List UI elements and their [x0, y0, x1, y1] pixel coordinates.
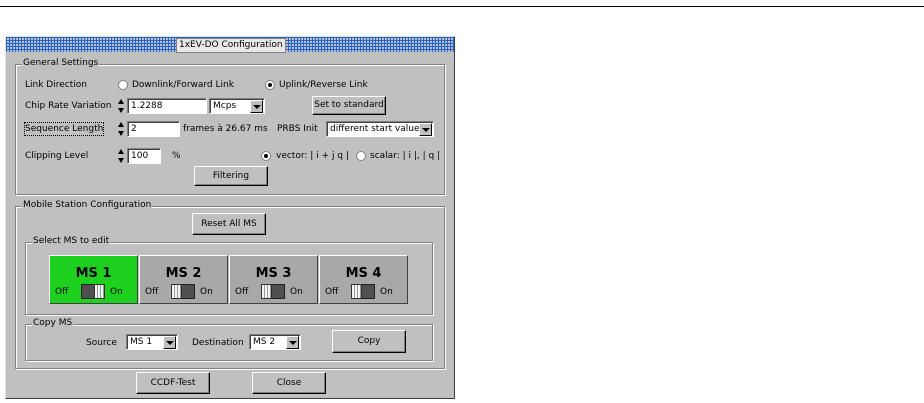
window-title: 1xEV-DO Configuration: [176, 38, 286, 53]
ccdf-test-label: CCDF-Test: [150, 378, 196, 388]
set-to-standard-button[interactable]: Set to standard: [312, 96, 386, 115]
ms-toggle-off-label: Off: [145, 287, 159, 297]
ms-tile-2[interactable]: MS 2 Off On: [139, 255, 228, 304]
clipping-level-label: Clipping Level: [25, 151, 89, 161]
ccdf-test-button[interactable]: CCDF-Test: [136, 372, 210, 394]
copy-button[interactable]: Copy: [332, 330, 406, 353]
vector-radio[interactable]: [261, 151, 271, 161]
mobile-station-label: Mobile Station Configuration: [22, 200, 153, 210]
ms-toggle-off-label: Off: [55, 287, 69, 297]
chevron-down-icon[interactable]: [286, 336, 299, 349]
toggle-knob[interactable]: [261, 284, 272, 299]
prbs-init-value: different start values: [330, 124, 425, 134]
copy-ms-group: Copy MS Source MS 1 Destination MS 2 Cop…: [25, 318, 433, 361]
ms-tile-title: MS 3: [255, 266, 292, 281]
chip-rate-unit-select[interactable]: Mcps: [209, 98, 265, 114]
ms-toggle-on-label: On: [380, 287, 393, 297]
general-settings-label: General Settings: [22, 58, 100, 68]
ms-tiles-row: MS 1 Off On MS 2 Off On MS 3 Off On MS 4 Off On: [49, 255, 409, 304]
ms-toggle-on-label: On: [200, 287, 213, 297]
ms-tile-title: MS 2: [165, 266, 202, 281]
prbs-init-label: PRBS Init: [277, 124, 318, 134]
clipping-level-spinner[interactable]: [117, 148, 126, 164]
top-divider-line: [0, 6, 924, 7]
ms-toggle-off-label: Off: [235, 287, 249, 297]
mobile-station-group: Mobile Station Configuration Reset All M…: [15, 200, 445, 369]
config-dialog: 1xEV-DO Configuration General Settings L…: [5, 36, 455, 399]
sequence-length-unit: frames à 26.67 ms: [183, 124, 268, 134]
chip-rate-label: Chip Rate Variation: [25, 101, 112, 111]
ms-power-toggle[interactable]: [171, 284, 195, 299]
uplink-radio[interactable]: [265, 80, 275, 90]
reset-all-ms-button[interactable]: Reset All MS: [192, 213, 266, 235]
select-ms-group: Select MS to edit MS 1 Off On MS 2 Off On MS 3…: [25, 236, 433, 315]
chip-rate-unit-value: Mcps: [213, 101, 237, 111]
scalar-radio[interactable]: [356, 151, 366, 161]
chip-rate-spinner[interactable]: [117, 98, 126, 114]
toggle-knob[interactable]: [351, 284, 362, 299]
uplink-radio-label[interactable]: Uplink/Reverse Link: [279, 79, 368, 91]
copy-source-select[interactable]: MS 1: [126, 334, 178, 350]
downlink-radio-label[interactable]: Downlink/Forward Link: [132, 79, 234, 91]
clipping-level-unit: %: [172, 151, 181, 161]
ms-tile-3[interactable]: MS 3 Off On: [229, 255, 318, 304]
close-label: Close: [276, 378, 302, 388]
title-bar[interactable]: 1xEV-DO Configuration: [6, 37, 454, 53]
sequence-length-input[interactable]: 2: [127, 121, 180, 137]
select-ms-label: Select MS to edit: [32, 236, 111, 246]
copy-source-label: Source: [86, 338, 117, 348]
ms-toggle-on-label: On: [290, 287, 303, 297]
downlink-radio[interactable]: [118, 80, 128, 90]
ms-tile-1[interactable]: MS 1 Off On: [49, 255, 138, 304]
toggle-knob[interactable]: [171, 284, 182, 299]
copy-ms-label: Copy MS: [32, 318, 74, 328]
toggle-knob[interactable]: [94, 284, 105, 299]
general-settings-group: General Settings Link Direction Downlink…: [15, 58, 445, 195]
sequence-length-spinner[interactable]: [117, 121, 126, 137]
copy-destination-value: MS 2: [253, 337, 276, 347]
chevron-down-icon[interactable]: [163, 336, 176, 349]
ms-tile-title: MS 4: [345, 266, 382, 281]
ms-toggle-on-label: On: [110, 287, 123, 297]
ms-power-toggle[interactable]: [261, 284, 285, 299]
prbs-init-select[interactable]: different start values: [326, 121, 434, 137]
link-direction-label: Link Direction: [25, 80, 87, 90]
chip-rate-input[interactable]: 1.2288: [127, 98, 207, 114]
copy-destination-label: Destination: [192, 338, 244, 348]
scalar-radio-label[interactable]: scalar: | i |, | q |: [370, 150, 440, 162]
chevron-down-icon[interactable]: [419, 123, 432, 136]
vector-radio-label[interactable]: vector: | i + j q |: [276, 150, 349, 162]
close-button[interactable]: Close: [252, 372, 326, 394]
sequence-length-label: Sequence Length: [23, 122, 105, 136]
ms-tile-4[interactable]: MS 4 Off On: [319, 255, 408, 304]
ms-power-toggle[interactable]: [81, 284, 105, 299]
filtering-button[interactable]: Filtering: [194, 166, 268, 186]
ms-tile-title: MS 1: [75, 266, 112, 281]
copy-source-value: MS 1: [130, 337, 153, 347]
copy-destination-select[interactable]: MS 2: [249, 334, 301, 350]
ms-toggle-off-label: Off: [325, 287, 339, 297]
clipping-level-input[interactable]: 100: [127, 148, 161, 164]
ms-power-toggle[interactable]: [351, 284, 375, 299]
chevron-down-icon[interactable]: [250, 100, 263, 113]
